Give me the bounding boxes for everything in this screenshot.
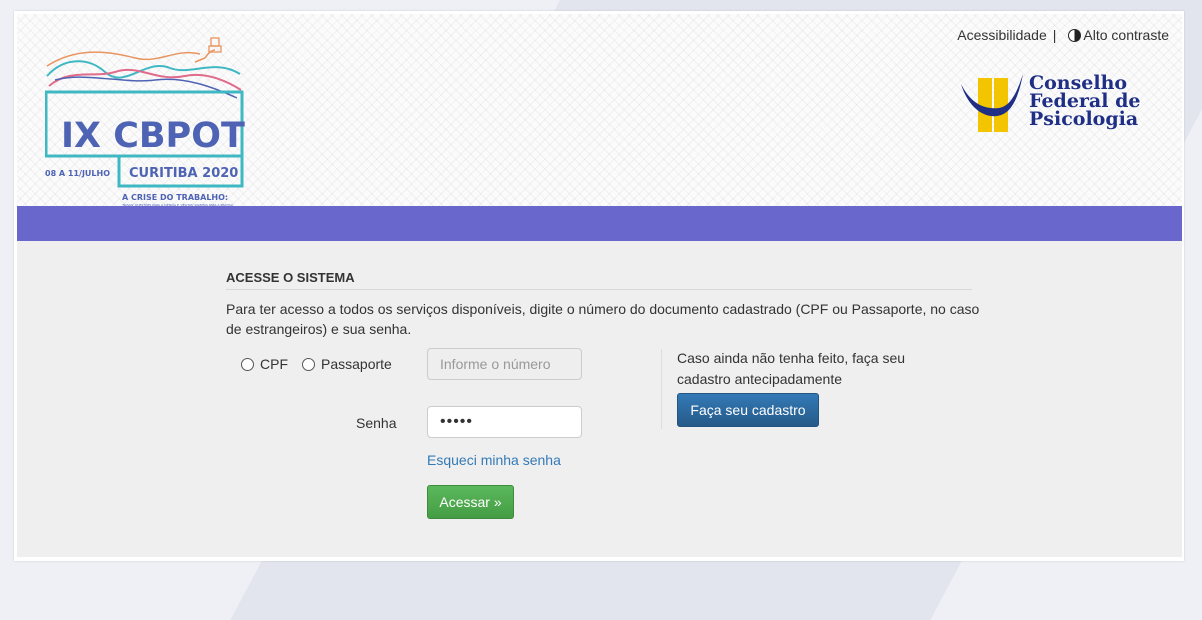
accessibility-links: Acessibilidade | Alto contraste xyxy=(957,27,1169,43)
header-color-bar xyxy=(17,206,1182,241)
column-divider xyxy=(661,349,662,429)
password-input[interactable]: ••••• xyxy=(427,406,582,438)
document-number-input[interactable]: Informe o número xyxy=(427,348,582,380)
login-button[interactable]: Acessar » xyxy=(427,485,514,519)
radio-label: Passaporte xyxy=(321,356,392,372)
radio-passaporte[interactable]: Passaporte xyxy=(302,356,392,372)
org-logo-text: Conselho Federal de Psicologia xyxy=(1029,74,1140,130)
high-contrast-link[interactable]: Alto contraste xyxy=(1062,27,1169,43)
radio-circle[interactable] xyxy=(241,357,254,371)
contrast-icon xyxy=(1068,28,1082,42)
register-text: Caso ainda não tenha feito, faça seu cad… xyxy=(677,350,906,387)
intro-text: Para ter acesso a todos os serviços disp… xyxy=(226,301,980,337)
forgot-password-link[interactable]: Esqueci minha senha xyxy=(427,452,561,468)
register-button[interactable]: Faça seu cadastro xyxy=(677,393,819,427)
event-logo-graphic: IX CBPOT 08 A 11/JULHO CURITIBA 2020 A C… xyxy=(44,37,245,207)
event-title: IX CBPOT xyxy=(61,116,245,156)
event-city: CURITIBA 2020 xyxy=(129,166,238,181)
org-logo-line: Psicologia xyxy=(1029,108,1139,130)
org-logo: Conselho Federal de Psicologia xyxy=(959,70,1164,136)
event-logo: IX CBPOT 08 A 11/JULHO CURITIBA 2020 A C… xyxy=(44,28,245,208)
section-title: ACESSE O SISTEMA xyxy=(226,270,972,290)
accessibility-link[interactable]: Acessibilidade xyxy=(957,27,1047,43)
document-type-group: CPF Passaporte xyxy=(241,356,406,372)
radio-circle[interactable] xyxy=(302,357,315,371)
event-theme: A CRISE DO TRABALHO: xyxy=(122,193,228,202)
high-contrast-label: Alto contraste xyxy=(1083,27,1169,43)
radio-cpf[interactable]: CPF xyxy=(241,356,288,372)
org-logo-emblem xyxy=(961,74,1023,132)
page-header: IX CBPOT 08 A 11/JULHO CURITIBA 2020 A C… xyxy=(17,14,1182,208)
password-label: Senha xyxy=(356,415,397,431)
radio-label: CPF xyxy=(260,356,288,372)
event-dates: 08 A 11/JULHO xyxy=(45,169,110,178)
link-separator: | xyxy=(1052,27,1057,43)
